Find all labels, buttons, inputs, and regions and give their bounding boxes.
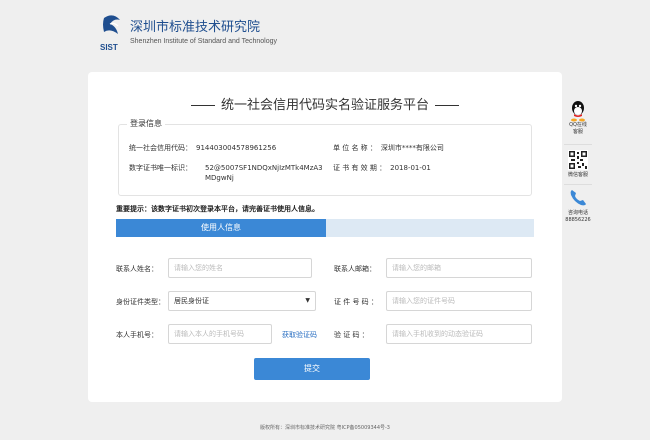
qq-penguin-icon <box>560 100 596 122</box>
wechat-label: 微信客服 <box>567 172 588 178</box>
dropdown-arrow-icon: ▼ <box>305 297 310 304</box>
phone-number: 88856226 <box>565 217 591 223</box>
phone-service[interactable]: 咨询电话 88856226 <box>560 188 596 224</box>
unit-name-value: 深圳市****有限公司 <box>380 144 444 152</box>
id-type-select[interactable]: 居民身份证 ▼ <box>168 291 316 311</box>
cert-valid-row: 证 书 有 效 期 ： 2018-01-01 <box>333 163 431 173</box>
logo-text: SIST <box>100 43 118 52</box>
qq-label: QQ在线 <box>569 122 587 128</box>
submit-button[interactable]: 提交 <box>254 358 370 380</box>
credit-code-row: 统一社会信用代码： 914403004578961256 <box>129 143 276 153</box>
cert-valid-label: 证 书 有 效 期 ： <box>333 164 387 172</box>
main-card: 统一社会信用代码实名验证服务平台 登录信息 统一社会信用代码： 914403004… <box>88 72 562 402</box>
title-divider-right <box>435 105 459 106</box>
sist-logo-icon: SIST <box>100 14 126 54</box>
contact-name-input[interactable]: 请输入您的姓名 <box>168 258 312 278</box>
id-type-label: 身份证件类型： <box>116 298 165 306</box>
cert-id-row: 数字证书唯一标识： <box>129 163 192 173</box>
tab-bar: 使用人信息 <box>116 219 534 237</box>
institute-name-en: Shenzhen Institute of Standard and Techn… <box>130 38 277 45</box>
qr-code-icon <box>560 150 596 172</box>
sidebar-divider <box>564 144 592 145</box>
id-type-value: 居民身份证 <box>174 297 209 305</box>
unit-name-row: 单 位 名 称 ：深圳市****有限公司 <box>333 143 444 153</box>
login-info-box: 登录信息 统一社会信用代码： 914403004578961256 单 位 名 称… <box>118 118 532 196</box>
title-divider-left <box>190 105 215 106</box>
qq-sub-label: 客服 <box>572 129 583 135</box>
phone-label: 本人手机号： <box>116 331 158 339</box>
phone-input[interactable]: 请输入本人的手机号码 <box>168 324 272 344</box>
page-title: 统一社会信用代码实名验证服务平台 <box>220 98 429 113</box>
sidebar-divider <box>564 184 592 185</box>
cert-id-value: 52@5007SF1NDQxNjIzMTk4MzA3MDgwNj <box>205 164 323 182</box>
unit-name-label: 单 位 名 称 ： <box>333 144 377 152</box>
site-header: SIST 深圳市标准技术研究院 Shenzhen Institute of St… <box>100 14 400 54</box>
page-title-wrap: 统一社会信用代码实名验证服务平台 <box>88 94 562 113</box>
get-sms-code-link[interactable]: 获取验证码 <box>282 330 317 340</box>
cert-valid-value: 2018-01-01 <box>390 164 431 172</box>
footer-copyright: 版权所有：深圳市标准技术研究院 粤ICP备05009344号-3 <box>259 425 390 431</box>
verify-code-input[interactable]: 请输入手机收到的动态验证码 <box>386 324 532 344</box>
contact-name-label: 联系人姓名： <box>116 265 158 273</box>
wechat-service[interactable]: 微信客服 <box>560 150 596 179</box>
credit-code-value: 914403004578961256 <box>196 144 277 152</box>
important-notice: 重要提示：该数字证书初次登录本平台，请完善证书使用人信息。 <box>116 205 319 213</box>
credit-code-label: 统一社会信用代码： <box>129 144 192 152</box>
phone-service-label: 咨询电话 <box>567 210 588 216</box>
tab-user-info[interactable]: 使用人信息 <box>116 219 326 237</box>
phone-icon <box>560 188 596 210</box>
contact-email-input[interactable]: 请输入您的邮箱 <box>386 258 532 278</box>
qq-service[interactable]: QQ在线 客服 <box>560 100 596 136</box>
verify-code-label: 验 证 码 ： <box>334 331 369 339</box>
cert-id-label: 数字证书唯一标识： <box>129 164 192 172</box>
login-info-legend: 登录信息 <box>127 118 165 129</box>
id-number-input[interactable]: 请输入您的证件号码 <box>386 291 532 311</box>
id-number-label: 证 件 号 码 ： <box>334 298 378 306</box>
contact-email-label: 联系人邮箱： <box>334 265 376 273</box>
institute-name-cn: 深圳市标准技术研究院 <box>130 20 261 35</box>
